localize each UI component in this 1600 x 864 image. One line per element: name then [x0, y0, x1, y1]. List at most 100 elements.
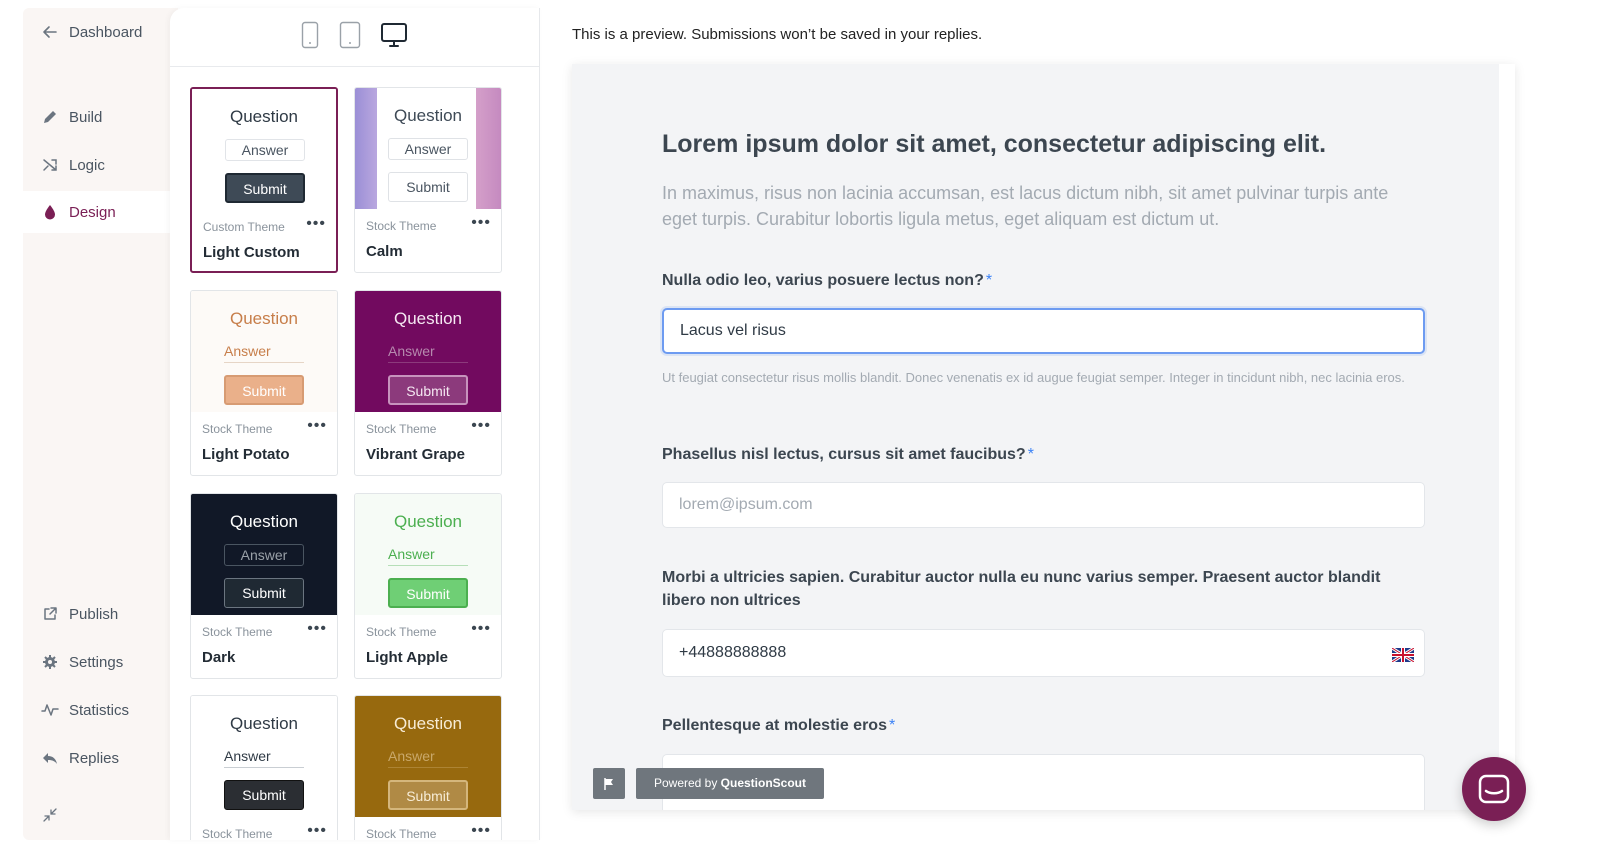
theme-options-button[interactable]: ••• [471, 417, 491, 435]
sidebar-item-statistics[interactable]: Statistics [23, 689, 178, 731]
desktop-view-button[interactable] [380, 20, 408, 50]
sidebar-item-logic[interactable]: Logic [23, 144, 178, 186]
chat-icon [1478, 774, 1510, 804]
theme-options-button[interactable]: ••• [307, 620, 327, 638]
flag-icon [604, 777, 613, 790]
collapse-sidebar-button[interactable] [23, 794, 178, 836]
preview-question: Question [393, 714, 463, 733]
theme-card-vibrant-grape[interactable]: Question Answer Submit Stock Theme ••• V… [354, 290, 502, 476]
question-4-label: Pellentesque at molestie eros * [662, 714, 895, 737]
theme-type: Stock Theme [366, 827, 437, 840]
form-description: In maximus, risus non lacinia accumsan, … [662, 183, 1389, 229]
preview-scrollbar[interactable] [1499, 64, 1515, 810]
theme-options-button[interactable]: ••• [471, 214, 491, 232]
sidebar-item-label: Design [69, 203, 116, 221]
question-label-text: Nulla odio leo, varius posuere lectus no… [662, 272, 984, 289]
theme-card-calm[interactable]: Question Answer Submit Stock Theme ••• C… [354, 87, 502, 273]
theme-type: Stock Theme [202, 827, 273, 840]
theme-panel: Question Answer Submit Custom Theme ••• … [170, 8, 540, 840]
preview-question: Question [229, 107, 299, 126]
sidebar-item-label: Build [69, 108, 103, 126]
theme-card-mustard[interactable]: Question Answer Submit Stock Theme ••• [354, 695, 502, 840]
preview-submit: Submit [224, 375, 304, 405]
preview-question: Question [229, 309, 299, 328]
powered-by-prefix: Powered by [653, 776, 721, 790]
sidebar-item-label: Replies [69, 749, 120, 767]
chat-launcher-button[interactable] [1462, 757, 1526, 821]
gear-icon [41, 653, 59, 671]
form-preview: Lorem ipsum dolor sit amet, consectetur … [572, 64, 1515, 810]
theme-options-button[interactable]: ••• [471, 822, 491, 840]
theme-type: Stock Theme [366, 219, 437, 233]
theme-card-dark[interactable]: Question Answer Submit Stock Theme ••• D… [190, 493, 338, 679]
theme-card-light-apple[interactable]: Question Answer Submit Stock Theme ••• L… [354, 493, 502, 679]
theme-preview: Question Answer Submit [192, 89, 336, 210]
theme-name: Light Potato [202, 446, 290, 463]
preview-question: Question [229, 512, 299, 531]
theme-options-button[interactable]: ••• [306, 215, 326, 233]
preview-submit: Submit [225, 173, 305, 203]
external-link-icon [41, 605, 59, 623]
theme-card-light-minimal[interactable]: Question Answer Submit Stock Theme ••• [190, 695, 338, 840]
theme-options-button[interactable]: ••• [471, 620, 491, 638]
preview-submit: Submit [224, 780, 304, 810]
sidebar-item-label: Publish [69, 605, 119, 623]
theme-preview: Question Answer Submit [191, 696, 337, 817]
theme-name: Dark [202, 649, 236, 666]
collapse-icon [41, 806, 59, 824]
theme-options-button[interactable]: ••• [307, 822, 327, 840]
question-2-label: Phasellus nisl lectus, cursus sit amet f… [662, 443, 1034, 466]
question-1-help: Ut feugiat consectetur risus mollis blan… [662, 370, 1405, 385]
sidebar-item-label: Dashboard [69, 23, 143, 41]
sidebar-item-dashboard[interactable]: Dashboard [23, 11, 178, 53]
theme-type: Stock Theme [202, 625, 273, 639]
sidebar-item-settings[interactable]: Settings [23, 641, 178, 683]
required-mark: * [888, 717, 896, 734]
preview-question: Question [229, 714, 299, 733]
question-3-label: Morbi a ultricies sapien. Curabitur auct… [662, 569, 1381, 609]
question-label-text: Phasellus nisl lectus, cursus sit amet f… [662, 446, 1026, 463]
theme-name: Light Apple [366, 649, 448, 666]
theme-preview: Question Answer Submit [355, 696, 501, 817]
theme-type: Custom Theme [203, 220, 285, 234]
shuffle-icon [41, 156, 59, 174]
question-label-text: Pellentesque at molestie eros [662, 717, 887, 734]
mobile-icon [301, 21, 319, 49]
mobile-view-button[interactable] [296, 20, 324, 50]
theme-preview: Question Answer Submit [355, 291, 501, 412]
question-1-input[interactable] [662, 308, 1425, 354]
theme-card-light-custom[interactable]: Question Answer Submit Custom Theme ••• … [190, 87, 338, 273]
preview-question: Question [393, 512, 463, 531]
sidebar-item-build[interactable]: Build [23, 96, 178, 138]
pencil-icon [41, 108, 59, 126]
uk-flag-icon[interactable] [1392, 648, 1414, 662]
droplet-icon [41, 203, 59, 221]
preview-answer: Answer [224, 746, 304, 768]
sidebar-item-replies[interactable]: Replies [23, 737, 178, 779]
required-mark: * [1027, 446, 1034, 463]
theme-options-button[interactable]: ••• [307, 417, 327, 435]
theme-card-light-potato[interactable]: Question Answer Submit Stock Theme ••• L… [190, 290, 338, 476]
sidebar-item-design[interactable]: Design [23, 191, 178, 233]
preview-notice: This is a preview. Submissions won’t be … [572, 26, 983, 43]
theme-type: Stock Theme [366, 422, 437, 436]
preview-question: Question [393, 106, 463, 125]
preview-question: Question [393, 309, 463, 328]
theme-preview: Question Answer Submit [191, 494, 337, 615]
phone-field[interactable] [662, 629, 1425, 677]
tablet-icon [339, 21, 361, 49]
theme-preview: Question Answer Submit [191, 291, 337, 412]
sidebar-item-publish[interactable]: Publish [23, 593, 178, 635]
tablet-view-button[interactable] [336, 20, 364, 50]
preview-answer: Answer [388, 341, 468, 363]
theme-preview: Question Answer Submit [355, 88, 501, 209]
powered-by-badge[interactable]: Powered by QuestionScout [636, 768, 824, 799]
device-toolbar [170, 8, 539, 67]
question-1-label: Nulla odio leo, varius posuere lectus no… [662, 269, 992, 292]
reply-icon [41, 749, 59, 767]
report-button[interactable] [593, 768, 625, 799]
preview-submit: Submit [388, 375, 468, 405]
preview-submit: Submit [388, 780, 468, 810]
email-field[interactable] [662, 482, 1425, 528]
preview-answer: Answer [224, 341, 304, 363]
